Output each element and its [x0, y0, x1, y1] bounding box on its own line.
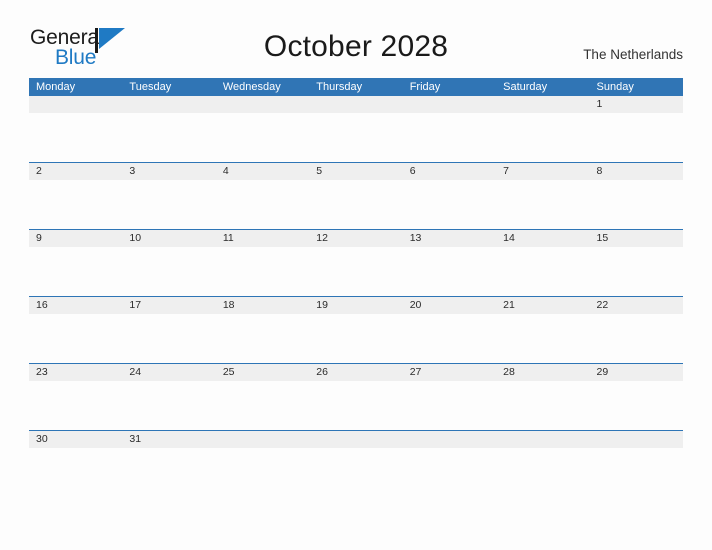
day-cell[interactable]: 29 [590, 364, 683, 381]
week-note-area[interactable] [29, 247, 683, 296]
calendar-page: General Blue October 2028 The Netherland… [0, 0, 712, 550]
day-cell[interactable]: 26 [309, 364, 402, 381]
day-cell[interactable]: 2 [29, 163, 122, 180]
day-cell[interactable]: 27 [403, 364, 496, 381]
day-cell[interactable]: 4 [216, 163, 309, 180]
day-cell[interactable]: 19 [309, 297, 402, 314]
week-number-band: 16 17 18 19 20 21 22 [29, 297, 683, 314]
day-cell[interactable]: 15 [590, 230, 683, 247]
week-row: 2 3 4 5 6 7 8 [29, 163, 683, 230]
day-cell[interactable]: 30 [29, 431, 122, 448]
day-cell[interactable]: 28 [496, 364, 589, 381]
day-cell[interactable]: 24 [122, 364, 215, 381]
week-note-area[interactable] [29, 180, 683, 229]
week-note-area[interactable] [29, 448, 683, 497]
weekday-wednesday: Wednesday [222, 81, 281, 93]
day-cell[interactable]: 8 [590, 163, 683, 180]
week-note-area[interactable] [29, 113, 683, 162]
week-note-area[interactable] [29, 314, 683, 363]
weekday-friday: Friday [409, 81, 441, 93]
day-cell[interactable]: 7 [496, 163, 589, 180]
day-cell[interactable]: 3 [122, 163, 215, 180]
week-number-band: 30 31 [29, 431, 683, 448]
day-cell[interactable] [309, 96, 402, 113]
weekday-monday: Monday [36, 81, 76, 93]
day-cell[interactable] [590, 431, 683, 448]
day-cell[interactable]: 17 [122, 297, 215, 314]
day-cell[interactable] [122, 96, 215, 113]
day-cell[interactable]: 5 [309, 163, 402, 180]
week-row: 1 [29, 96, 683, 163]
day-cell[interactable] [496, 431, 589, 448]
day-cell[interactable] [309, 431, 402, 448]
day-cell[interactable]: 10 [122, 230, 215, 247]
day-cell[interactable]: 11 [216, 230, 309, 247]
page-header: General Blue October 2028 The Netherland… [0, 0, 712, 76]
calendar-grid: Monday Tuesday Wednesday Thursday Friday… [29, 78, 683, 497]
week-row: 23 24 25 26 27 28 29 [29, 364, 683, 431]
weekday-thursday: Thursday [316, 81, 363, 93]
day-cell[interactable]: 9 [29, 230, 122, 247]
day-cell[interactable]: 13 [403, 230, 496, 247]
week-row: 9 10 11 12 13 14 15 [29, 230, 683, 297]
day-cell[interactable] [216, 96, 309, 113]
day-cell[interactable]: 21 [496, 297, 589, 314]
week-number-band: 23 24 25 26 27 28 29 [29, 364, 683, 381]
day-cell[interactable]: 18 [216, 297, 309, 314]
week-number-band: 1 [29, 96, 683, 113]
weekday-sunday: Sunday [596, 81, 634, 93]
day-cell[interactable]: 31 [122, 431, 215, 448]
weekday-tuesday: Tuesday [129, 81, 172, 93]
day-cell[interactable] [403, 431, 496, 448]
country-label: The Netherlands [583, 47, 683, 62]
week-row: 30 31 [29, 431, 683, 497]
day-cell[interactable] [216, 431, 309, 448]
day-cell[interactable]: 1 [590, 96, 683, 113]
day-cell[interactable]: 14 [496, 230, 589, 247]
day-cell[interactable]: 20 [403, 297, 496, 314]
day-cell[interactable] [403, 96, 496, 113]
day-cell[interactable] [496, 96, 589, 113]
week-note-area[interactable] [29, 381, 683, 430]
day-cell[interactable] [29, 96, 122, 113]
day-cell[interactable]: 6 [403, 163, 496, 180]
weekday-saturday: Saturday [503, 81, 548, 93]
weekday-header-row: Monday Tuesday Wednesday Thursday Friday… [29, 78, 683, 96]
day-cell[interactable]: 22 [590, 297, 683, 314]
week-number-band: 9 10 11 12 13 14 15 [29, 230, 683, 247]
day-cell[interactable]: 16 [29, 297, 122, 314]
week-row: 16 17 18 19 20 21 22 [29, 297, 683, 364]
week-number-band: 2 3 4 5 6 7 8 [29, 163, 683, 180]
day-cell[interactable]: 25 [216, 364, 309, 381]
day-cell[interactable]: 12 [309, 230, 402, 247]
day-cell[interactable]: 23 [29, 364, 122, 381]
